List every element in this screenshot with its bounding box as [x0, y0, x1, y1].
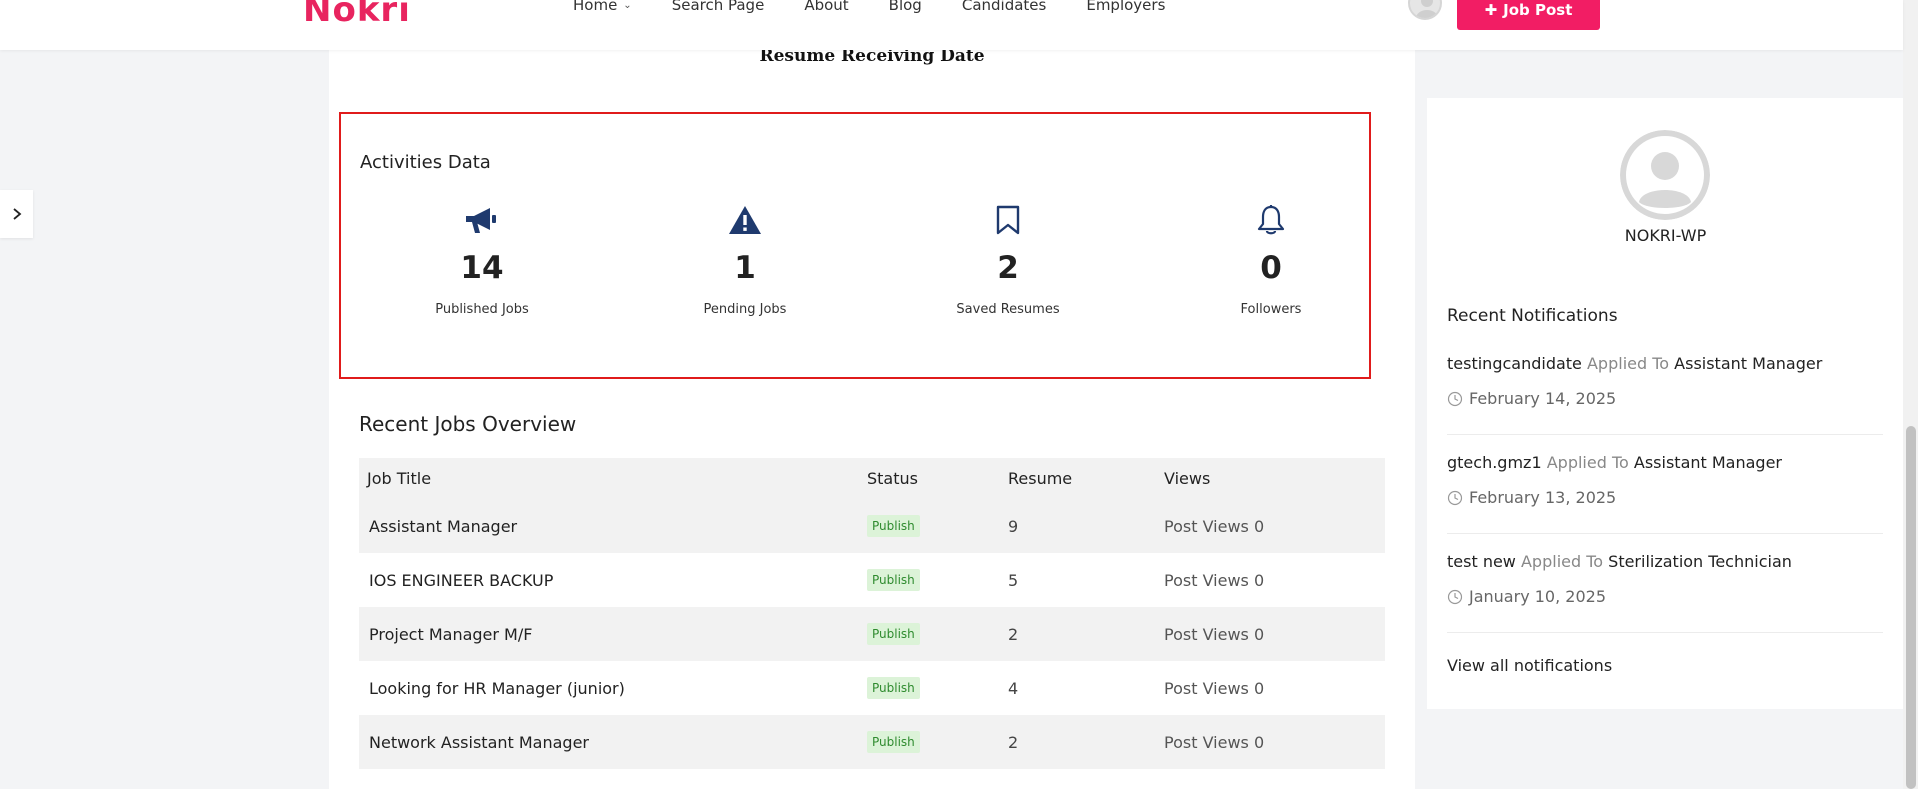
notification-action: Applied To	[1586, 354, 1670, 373]
nav-about[interactable]: About	[804, 0, 848, 14]
nav-search-page[interactable]: Search Page	[672, 0, 765, 14]
site-logo[interactable]: Nokri	[303, 0, 411, 30]
stat-published-jobs: 14 Published Jobs	[382, 202, 582, 317]
profile-sidebar: NOKRI-WP Recent Notifications testingcan…	[1427, 98, 1904, 709]
job-title-link[interactable]: Assistant Manager	[359, 517, 867, 536]
notifications-heading: Recent Notifications	[1447, 306, 1618, 326]
plus-icon: ✚	[1484, 1, 1498, 19]
status-badge: Publish	[867, 731, 920, 753]
published-jobs-count: 14	[460, 250, 504, 286]
followers-count: 0	[1260, 250, 1282, 286]
scrollbar-thumb[interactable]	[1906, 426, 1916, 789]
table-body: Assistant Manager Publish 9 Post Views 0…	[359, 499, 1385, 789]
notification-date: February 14, 2025	[1469, 389, 1617, 408]
main-nav: Home ⌄ Search Page About Blog Candidates…	[573, 0, 1205, 14]
nav-home-label: Home	[573, 0, 618, 14]
clock-icon	[1447, 391, 1463, 406]
bell-icon	[1171, 202, 1371, 238]
published-jobs-label: Published Jobs	[435, 302, 529, 317]
warning-icon	[645, 202, 845, 238]
column-status: Status	[867, 469, 918, 488]
notification-date: February 13, 2025	[1469, 488, 1617, 507]
status-badge: Publish	[867, 515, 920, 537]
megaphone-icon	[382, 202, 582, 238]
notification-job[interactable]: Sterilization Technician	[1608, 552, 1792, 571]
activities-title: Activities Data	[360, 152, 491, 173]
resume-count[interactable]: 5	[1008, 571, 1164, 590]
notification-item: gtech.gmz1 Applied To Assistant Manager …	[1447, 435, 1883, 534]
notification-action: Applied To	[1546, 453, 1629, 472]
notification-date: January 10, 2025	[1469, 587, 1606, 606]
chevron-right-icon	[12, 208, 21, 220]
nav-blog[interactable]: Blog	[889, 0, 922, 14]
resume-count[interactable]: 2	[1008, 733, 1164, 752]
view-all-notifications-link[interactable]: View all notifications	[1447, 656, 1612, 675]
profile-avatar[interactable]	[1620, 130, 1710, 220]
pending-jobs-label: Pending Jobs	[703, 302, 787, 317]
views-count: Post Views 0	[1164, 678, 1265, 698]
notification-user[interactable]: testingcandidate	[1447, 354, 1582, 373]
table-row: Assistant Manager Publish 9 Post Views 0	[359, 499, 1385, 553]
table-row: Project Manager M/F Publish 2 Post Views…	[359, 607, 1385, 661]
followers-label: Followers	[1240, 302, 1302, 317]
table-row: Looking for HR Manager (junior) Publish …	[359, 661, 1385, 715]
views-count: Post Views 0	[1164, 732, 1265, 752]
column-resume: Resume	[1008, 469, 1073, 488]
nav-employers[interactable]: Employers	[1086, 0, 1165, 14]
recent-jobs-table: Job Title Status Resume Views Assistant …	[359, 458, 1385, 789]
table-row: Network Assistant Manager Publish 2 Post…	[359, 715, 1385, 769]
job-title-link[interactable]: Network Assistant Manager	[359, 733, 867, 752]
job-title-link[interactable]: IOS ENGINEER BACKUP	[359, 571, 867, 590]
table-row: IOS ENGINEER BACKUP Publish 5 Post Views…	[359, 553, 1385, 607]
views-count: Post Views 0	[1164, 570, 1265, 590]
notification-item: testingcandidate Applied To Assistant Ma…	[1447, 336, 1883, 435]
resume-count[interactable]: 2	[1008, 625, 1164, 644]
stat-followers: 0 Followers	[1171, 202, 1371, 317]
views-count: Post Views 0	[1164, 516, 1265, 536]
saved-resumes-count: 2	[997, 250, 1019, 286]
profile-name: NOKRI-WP	[1624, 226, 1707, 245]
dashboard-main: Resume Receiving Date Activities Data 14…	[329, 46, 1415, 789]
user-avatar-icon	[1416, 0, 1438, 18]
column-job-title: Job Title	[367, 469, 432, 488]
job-title-link[interactable]: Looking for HR Manager (junior)	[359, 679, 867, 698]
column-views: Views	[1164, 469, 1211, 488]
table-row-partial	[359, 769, 1385, 789]
job-post-button[interactable]: ✚ Job Post	[1457, 0, 1600, 30]
user-avatar[interactable]	[1408, 0, 1442, 20]
nav-home[interactable]: Home ⌄	[573, 0, 632, 14]
status-badge: Publish	[867, 677, 920, 699]
saved-resumes-label: Saved Resumes	[956, 302, 1060, 317]
status-badge: Publish	[867, 569, 920, 591]
recent-jobs-title: Recent Jobs Overview	[359, 412, 577, 436]
pending-jobs-count: 1	[734, 250, 756, 286]
status-badge: Publish	[867, 623, 920, 645]
side-panel-toggle[interactable]	[0, 190, 33, 238]
resume-count[interactable]: 4	[1008, 679, 1164, 698]
notification-action: Applied To	[1520, 552, 1604, 571]
stat-pending-jobs: 1 Pending Jobs	[645, 202, 845, 317]
notification-job[interactable]: Assistant Manager	[1634, 453, 1782, 472]
nav-candidates[interactable]: Candidates	[962, 0, 1047, 14]
job-title-link[interactable]: Project Manager M/F	[359, 625, 867, 644]
notification-item: test new Applied To Sterilization Techni…	[1447, 534, 1883, 633]
clock-icon	[1447, 589, 1463, 604]
job-post-label: Job Post	[1503, 1, 1573, 19]
notification-job[interactable]: Assistant Manager	[1674, 354, 1822, 373]
table-header: Job Title Status Resume Views	[359, 458, 1385, 499]
avatar-icon	[1620, 130, 1710, 220]
activities-data-panel: Activities Data 14 Published Jobs 1 Pend…	[339, 112, 1371, 379]
bookmark-icon	[908, 202, 1108, 238]
notification-user[interactable]: gtech.gmz1	[1447, 453, 1542, 472]
top-header: Nokri Home ⌄ Search Page About Blog Cand…	[0, 0, 1903, 50]
views-count: Post Views 0	[1164, 624, 1265, 644]
notification-user[interactable]: test new	[1447, 552, 1516, 571]
resume-count[interactable]: 9	[1008, 517, 1164, 536]
clock-icon	[1447, 490, 1463, 505]
stat-saved-resumes: 2 Saved Resumes	[908, 202, 1108, 317]
chevron-down-icon: ⌄	[623, 0, 632, 11]
